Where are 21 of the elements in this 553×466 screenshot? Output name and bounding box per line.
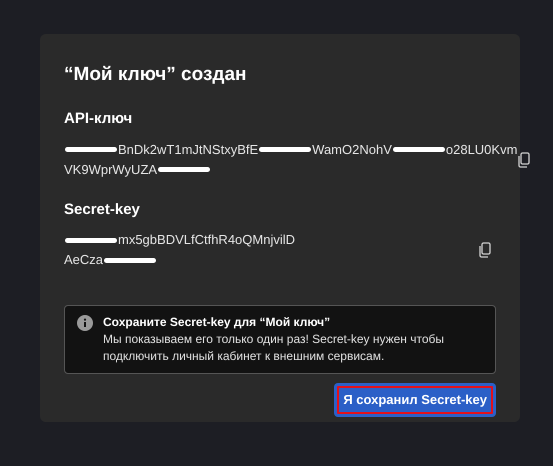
- redaction-mark: [158, 167, 210, 172]
- notice-text: Мы показываем его только один раз! Secret-key нужен чтобы подключить личный кабинет к внешним сервисам.: [103, 331, 446, 365]
- key-text: VK9WprWyUZA: [64, 160, 158, 178]
- field-label: API-ключ: [64, 109, 134, 129]
- redaction-mark: [259, 147, 312, 152]
- key-text: BnDk2wT1mJtNStxyBfE: [118, 140, 258, 158]
- copy-icon[interactable]: [478, 242, 492, 258]
- redaction-mark: [392, 147, 445, 152]
- redaction-mark: [65, 238, 117, 242]
- dialog-title: “Мой ключ” создан: [64, 63, 248, 87]
- field-label: Secret-key: [64, 200, 141, 220]
- notice-title: Сохраните Secret-key для “Мой ключ”: [103, 314, 332, 331]
- copy-icon[interactable]: [517, 152, 532, 168]
- info-icon: [77, 315, 93, 331]
- confirm-button[interactable]: Я сохранил Secret-key: [334, 383, 496, 416]
- redaction-mark: [104, 258, 156, 262]
- key-text: AeCza: [64, 251, 104, 269]
- key-text: o28LU0Kvm: [446, 140, 518, 158]
- redaction-mark: [65, 147, 117, 152]
- key-text: mx5gbBDVLfCtfhR4oQMnjvilD: [118, 231, 296, 249]
- key-text: WamO2NohV: [312, 140, 392, 158]
